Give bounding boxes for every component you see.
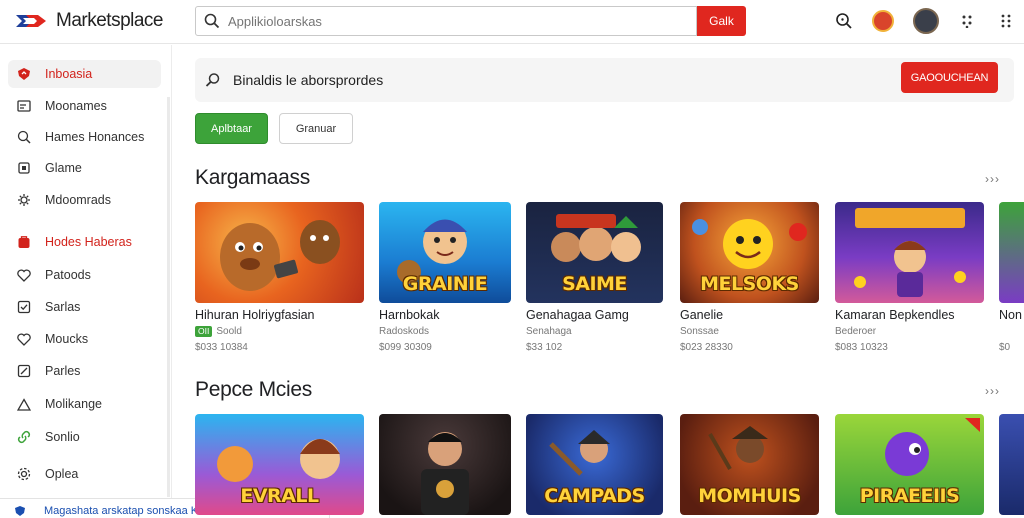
heart-outline-icon <box>16 331 32 347</box>
filter-chip-active[interactable]: Aplbtaar <box>195 113 268 144</box>
card-meta: Bederoer <box>835 326 876 337</box>
sidebar: Inboasia Moonames Hames Honances Glame M… <box>0 45 172 512</box>
game-thumbnail <box>999 202 1024 303</box>
section-title: Pepce Mcies <box>195 378 312 401</box>
sidebar-item-label: Glame <box>45 161 82 175</box>
sidebar-item-glame[interactable]: Glame <box>8 154 161 182</box>
heart-icon <box>16 267 32 283</box>
card-meta: OII Soold <box>195 326 242 337</box>
mail-icon <box>16 98 32 114</box>
thumbnail-title: SAIME <box>562 273 627 295</box>
sidebar-item-label: Mdoomrads <box>45 193 111 207</box>
card-price: $33 102 <box>526 342 563 353</box>
sidebar-item-parles[interactable]: Parles <box>8 357 161 385</box>
flag-logo-icon <box>16 15 46 27</box>
sidebar-item-label: Moucks <box>45 332 89 346</box>
game-thumbnail: GRAINIE <box>379 202 511 303</box>
sidebar-item-label: Inboasia <box>45 67 93 81</box>
triangle-icon <box>16 396 32 412</box>
sidebar-item-label: Hodes Haberas <box>45 235 132 249</box>
card-price: $099 30309 <box>379 342 432 353</box>
sidebar-item-mdoomrads[interactable]: Mdoomrads <box>8 186 161 214</box>
sidebar-item-hodes-haberas[interactable]: Hodes Haberas <box>8 228 161 256</box>
edit-box-icon <box>16 363 32 379</box>
game-thumbnail <box>195 202 364 303</box>
search-icon <box>205 73 220 87</box>
gear-icon <box>16 192 32 208</box>
see-more-arrow-icon[interactable]: ››› <box>985 172 1000 186</box>
sidebar-item-label: Hames Honances <box>45 130 145 144</box>
sidebar-item-molikange[interactable]: Molikange <box>8 390 161 418</box>
filter-chip[interactable]: Granuar <box>279 113 353 144</box>
thumbnail-title: MOMHUIS <box>698 485 801 507</box>
thumbnail-title: CAMPADS <box>544 485 645 507</box>
sidebar-scrollbar[interactable] <box>167 97 170 497</box>
game-thumbnail: EVRALL <box>195 414 364 515</box>
sidebar-item-label: Oplea <box>45 467 79 481</box>
section-title: Kargamaass <box>195 166 310 189</box>
sidebar-item-label: Patoods <box>45 268 91 282</box>
card-meta: Radoskods <box>379 326 429 337</box>
search-user-icon <box>16 129 32 145</box>
game-thumbnail: PIRAEEIIS <box>835 414 984 515</box>
thumbnail-title: EVRALL <box>240 485 319 507</box>
sidebar-item-label: Parles <box>45 364 81 378</box>
sidebar-item-inboasia[interactable]: Inboasia <box>8 60 161 88</box>
sidebar-item-moucks[interactable]: Moucks <box>8 325 161 353</box>
card-title: Ganelie <box>680 308 724 322</box>
sidebar-item-label: Sarlas <box>45 300 81 314</box>
settings-icon <box>16 466 32 482</box>
checkbox-icon <box>16 299 32 315</box>
card-price: $083 10323 <box>835 342 888 353</box>
main-content: Binaldis le aborsprordes GAOOUCHEAN Aplb… <box>195 0 1024 515</box>
shield-icon <box>16 66 32 82</box>
card-meta: Sonssae <box>680 326 719 337</box>
game-thumbnail: MELSOKS <box>680 202 819 303</box>
rating-badge: OII <box>195 326 213 337</box>
red-bag-icon <box>16 234 32 250</box>
thumbnail-title: MELSOKS <box>700 273 799 295</box>
banner-action-button[interactable]: GAOOUCHEAN <box>901 62 998 93</box>
game-thumbnail: CAMPADS <box>526 414 663 515</box>
card-meta-text: Radoskods <box>379 326 430 337</box>
thumbnail-title: PIRAEEIIS <box>859 485 960 507</box>
card-title: Kamaran Bepkendles <box>835 308 955 322</box>
shield-icon <box>15 506 25 516</box>
game-thumbnail <box>379 414 511 515</box>
sidebar-item-sonlio[interactable]: Sonlio <box>8 423 161 451</box>
game-thumbnail: SAIME <box>526 202 663 303</box>
sidebar-item-label: Molikange <box>45 397 102 411</box>
thumbnail-title: GRAINIE <box>402 273 488 295</box>
sidebar-item-sarlas[interactable]: Sarlas <box>8 293 161 321</box>
sidebar-item-label: Sonlio <box>45 430 80 444</box>
card-meta-text: Senahaga <box>526 326 572 337</box>
card-title: Harnbokak <box>379 308 440 322</box>
promo-banner: Binaldis le aborsprordes GAOOUCHEAN <box>195 58 1014 102</box>
sidebar-item-hames-honances[interactable]: Hames Honances <box>8 123 161 151</box>
sidebar-item-moonames[interactable]: Moonames <box>8 92 161 120</box>
sidebar-item-label: Moonames <box>45 99 107 113</box>
game-thumbnail: MOMHUIS <box>680 414 819 515</box>
app-logo[interactable]: Marketsplace <box>14 8 164 34</box>
card-meta-text: Bederoer <box>835 326 877 337</box>
sidebar-item-patoods[interactable]: Patoods <box>8 261 161 289</box>
game-thumbnail <box>835 202 984 303</box>
card-price: $033 10384 <box>195 342 248 353</box>
see-more-arrow-icon[interactable]: ››› <box>985 384 1000 398</box>
sidebar-item-oplea[interactable]: Oplea <box>8 460 161 488</box>
card-meta-text: Soold <box>216 326 242 337</box>
copy-icon <box>16 160 32 176</box>
card-title: Genahagaa Gamg <box>526 308 629 322</box>
card-meta: Senahaga <box>526 326 572 337</box>
card-title: Non <box>999 308 1022 322</box>
banner-text: Binaldis le aborsprordes <box>233 72 384 88</box>
card-price: $023 28330 <box>680 342 733 353</box>
app-name: Marketsplace <box>56 10 164 31</box>
game-thumbnail <box>999 414 1024 515</box>
card-meta-text: Sonssae <box>680 326 719 337</box>
link-icon <box>16 429 32 445</box>
card-price: $0 <box>999 342 1011 353</box>
card-title: Hihuran Holriygfasian <box>195 308 315 322</box>
